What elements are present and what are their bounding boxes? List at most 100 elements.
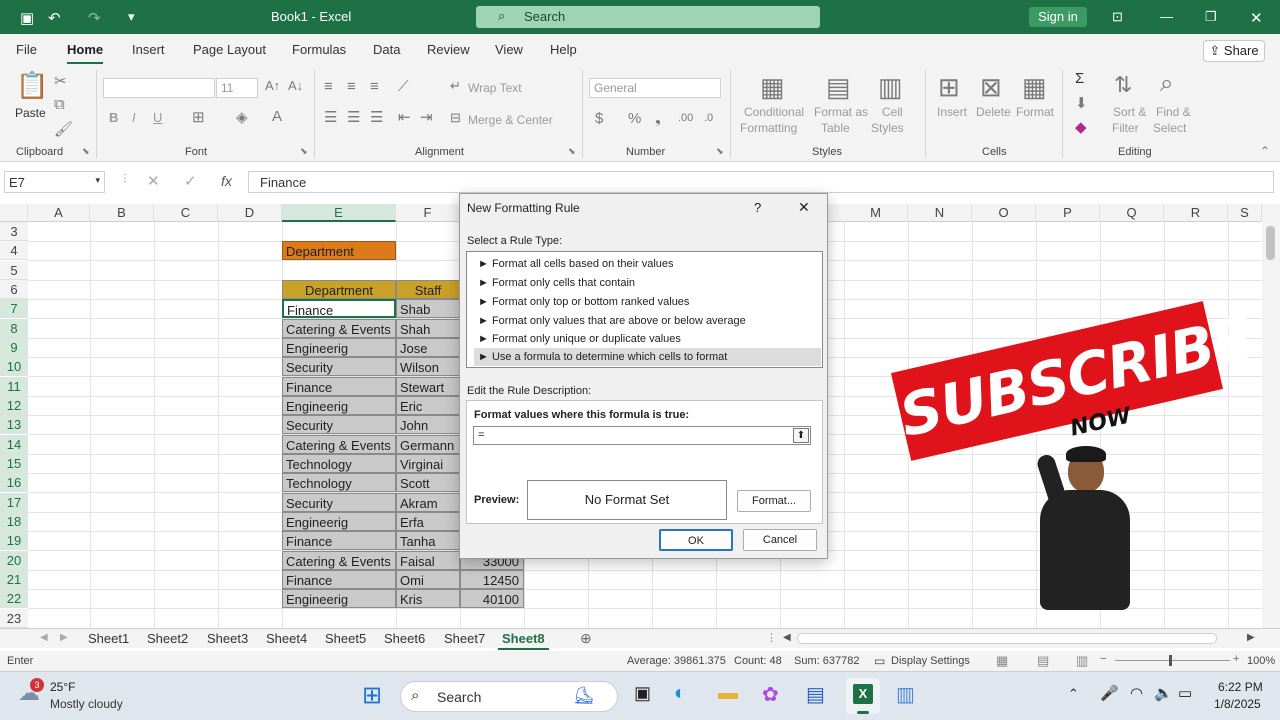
- table-cell[interactable]: Engineerig: [282, 512, 396, 531]
- show-hidden-icons[interactable]: ⌃: [1068, 686, 1079, 702]
- department-label-cell[interactable]: Department: [282, 241, 396, 260]
- column-header[interactable]: R: [1164, 204, 1228, 222]
- cancel-entry-icon[interactable]: ✕: [147, 172, 160, 190]
- format-as-table-label-2[interactable]: Table: [821, 121, 850, 135]
- clear-icon[interactable]: ◆: [1075, 118, 1087, 136]
- table-cell[interactable]: Tanha: [396, 531, 460, 550]
- windows-start-icon[interactable]: ⊞: [362, 681, 382, 710]
- font-grow-icon[interactable]: A↑: [265, 78, 280, 93]
- microphone-icon[interactable]: 🎤: [1100, 684, 1119, 702]
- store-icon[interactable]: ▤: [806, 682, 825, 707]
- clock-time[interactable]: 6:22 PM: [1218, 680, 1263, 694]
- table-cell[interactable]: Omi: [396, 570, 460, 589]
- wrap-text-button[interactable]: Wrap Text: [468, 81, 522, 95]
- row-header[interactable]: 4: [0, 241, 28, 260]
- autosum-icon[interactable]: Σ: [1075, 70, 1084, 87]
- zoom-in-icon[interactable]: +: [1233, 653, 1239, 665]
- edge-icon[interactable]: ◐: [674, 682, 686, 705]
- format-button[interactable]: Format...: [737, 490, 811, 512]
- clock-date[interactable]: 1/8/2025: [1214, 697, 1261, 711]
- page-layout-view-icon[interactable]: ▤: [1037, 653, 1049, 669]
- wifi-icon[interactable]: ◠: [1130, 684, 1143, 702]
- align-center-icon[interactable]: ☰: [347, 108, 360, 126]
- tab-file[interactable]: File: [16, 42, 37, 57]
- search-bar[interactable]: ⌕ Search: [476, 6, 820, 28]
- dialog-close-icon[interactable]: ✕: [798, 199, 810, 216]
- table-cell[interactable]: Wilson: [396, 357, 460, 376]
- row-header[interactable]: 8: [0, 319, 28, 338]
- row-header[interactable]: 9: [0, 338, 28, 357]
- decrease-decimal-icon[interactable]: .0: [704, 112, 713, 124]
- table-cell[interactable]: Catering & Events: [282, 435, 396, 454]
- alignment-launcher-icon[interactable]: ⬊: [568, 146, 576, 157]
- scroll-tabs-left-icon[interactable]: ◀: [40, 632, 48, 643]
- column-header[interactable]: M: [844, 204, 908, 222]
- number-launcher-icon[interactable]: ⬊: [716, 146, 724, 157]
- table-cell[interactable]: John: [396, 415, 460, 434]
- orientation-icon[interactable]: ⟋: [398, 78, 409, 95]
- table-cell[interactable]: Virginai: [396, 454, 460, 473]
- table-cell[interactable]: Security: [282, 357, 396, 376]
- formula-input[interactable]: =: [473, 426, 811, 445]
- table-cell[interactable]: Security: [282, 493, 396, 512]
- table-cell[interactable]: Shab: [396, 299, 460, 318]
- table-cell[interactable]: Finance: [282, 377, 396, 396]
- currency-icon[interactable]: $: [595, 110, 603, 127]
- row-header[interactable]: 6: [0, 280, 28, 299]
- table-cell[interactable]: Stewart: [396, 377, 460, 396]
- format-as-table-label-1[interactable]: Format as: [814, 105, 868, 119]
- row-header[interactable]: 19: [0, 531, 28, 550]
- table-cell[interactable]: Kris: [396, 589, 460, 608]
- underline-button[interactable]: U: [153, 110, 162, 125]
- column-header[interactable]: N: [908, 204, 972, 222]
- cancel-button[interactable]: Cancel: [743, 529, 817, 551]
- align-left-icon[interactable]: ☰: [324, 108, 337, 126]
- align-top-icon[interactable]: ≡: [324, 78, 333, 95]
- row-header[interactable]: 7: [0, 299, 28, 318]
- tab-data[interactable]: Data: [373, 42, 400, 57]
- rule-type-item-selected[interactable]: ► Use a formula to determine which cells…: [474, 348, 821, 366]
- table-cell[interactable]: Faisal: [396, 551, 460, 570]
- comma-icon[interactable]: ❟: [655, 110, 661, 127]
- fill-color-icon[interactable]: ◈: [236, 108, 248, 126]
- undo-icon[interactable]: ↶: [48, 9, 61, 27]
- borders-icon[interactable]: ⊞: [192, 108, 205, 126]
- sheet-tab-2[interactable]: Sheet2: [147, 631, 188, 646]
- restore-icon[interactable]: ❐: [1205, 9, 1217, 25]
- minimize-icon[interactable]: —: [1160, 9, 1173, 24]
- align-middle-icon[interactable]: ≡: [347, 78, 356, 95]
- cell-styles-label-2[interactable]: Styles: [871, 121, 904, 135]
- table-cell[interactable]: Security: [282, 415, 396, 434]
- insert-cells-button[interactable]: Insert: [937, 105, 967, 119]
- paste-icon[interactable]: 📋: [16, 70, 48, 101]
- tab-view[interactable]: View: [495, 42, 523, 57]
- column-header[interactable]: D: [218, 204, 282, 222]
- tab-formulas[interactable]: Formulas: [292, 42, 346, 57]
- rule-type-item[interactable]: ► Format only cells that contain: [474, 274, 821, 292]
- tab-help[interactable]: Help: [550, 42, 577, 57]
- align-right-icon[interactable]: ☰: [370, 108, 383, 126]
- row-header[interactable]: 10: [0, 357, 28, 376]
- close-icon[interactable]: ✕: [1250, 9, 1263, 27]
- tab-insert[interactable]: Insert: [132, 42, 165, 57]
- insert-function-icon[interactable]: fx: [221, 173, 232, 189]
- table-cell[interactable]: Catering & Events: [282, 319, 396, 338]
- table-cell[interactable]: 12450: [460, 570, 524, 589]
- conditional-formatting-label-1[interactable]: Conditional: [744, 105, 804, 119]
- zoom-out-icon[interactable]: −: [1100, 653, 1106, 665]
- tab-review[interactable]: Review: [427, 42, 470, 57]
- ok-button[interactable]: OK: [659, 529, 733, 551]
- column-header[interactable]: O: [972, 204, 1036, 222]
- merge-center-button[interactable]: Merge & Center: [468, 113, 553, 127]
- row-header[interactable]: 11: [0, 377, 28, 396]
- sheet-tab-1[interactable]: Sheet1: [88, 631, 129, 646]
- clipboard-launcher-icon[interactable]: ⬊: [82, 146, 90, 157]
- table-cell[interactable]: Akram: [396, 493, 460, 512]
- tab-page-layout[interactable]: Page Layout: [193, 42, 266, 57]
- notepad-icon[interactable]: ▥: [896, 682, 915, 707]
- excel-taskbar-button[interactable]: X: [846, 678, 880, 714]
- normal-view-icon[interactable]: ▦: [996, 653, 1008, 669]
- table-cell[interactable]: Erfa: [396, 512, 460, 531]
- ribbon-display-icon[interactable]: ⊡: [1112, 9, 1123, 25]
- find-select-label-2[interactable]: Select: [1153, 121, 1186, 135]
